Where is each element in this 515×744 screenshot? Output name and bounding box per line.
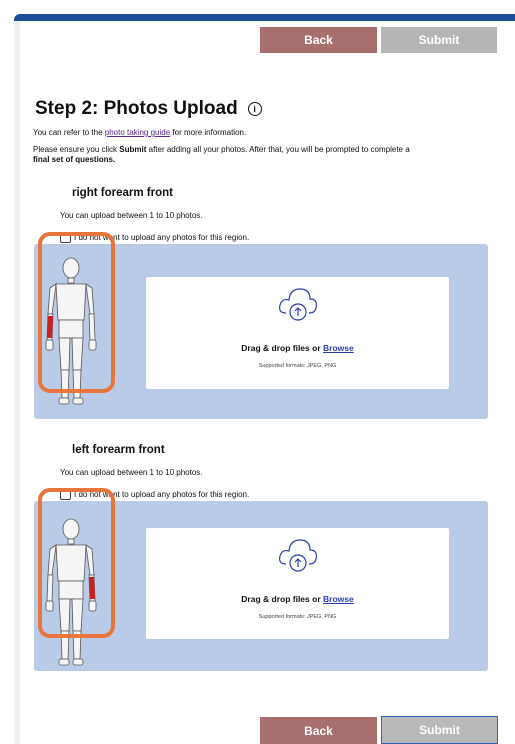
dropzone-text: Drag & drop files or Browse [146,343,449,353]
instructions-text: Please ensure you click Submit after add… [33,145,503,165]
dropzone-text: Drag & drop files or Browse [146,594,449,604]
guide-prefix: You can refer to the [33,128,103,137]
instructions-part3: final set of questions. [33,155,116,164]
supported-formats: Supported formats: JPEG, PNG [258,363,337,369]
highlight-ring [38,232,115,393]
submit-button[interactable]: Submit [381,27,497,53]
highlight-ring [38,488,115,638]
guide-suffix: for more information. [172,128,247,137]
drop-label: Drag & drop files or [241,343,321,353]
upload-limit-text: You can upload between 1 to 10 photos. [60,211,203,220]
drop-label: Drag & drop files or [241,594,321,604]
submit-button[interactable]: Submit [381,716,498,744]
left-rail [14,21,20,744]
browse-link[interactable]: Browse [323,594,354,604]
browse-link[interactable]: Browse [323,343,354,353]
top-accent-bar [14,14,515,21]
back-button[interactable]: Back [260,27,377,53]
instructions-bold: Submit [119,145,147,154]
region-title: right forearm front [72,187,173,199]
page-title-text: Step 2: Photos Upload [35,98,238,119]
page-title: Step 2: Photos Upload i [35,98,262,120]
guide-text: You can refer to the photo taking guide … [33,128,246,137]
back-button[interactable]: Back [260,717,377,744]
upload-limit-text: You can upload between 1 to 10 photos. [60,468,203,477]
upload-cloud-icon [278,288,317,321]
dropzone[interactable]: Drag & drop files or Browse Supported fo… [146,528,449,639]
dropzone[interactable]: Drag & drop files or Browse Supported fo… [146,277,449,389]
info-icon[interactable]: i [247,102,262,116]
region-title: left forearm front [72,444,165,456]
upload-cloud-icon [278,539,317,572]
instructions-part2: after adding all your photos. After that… [148,145,410,154]
instructions-part1: Please ensure you click [33,145,118,154]
photo-guide-link[interactable]: photo taking guide [105,128,170,137]
supported-formats: Supported formats: JPEG, PNG [258,614,337,620]
